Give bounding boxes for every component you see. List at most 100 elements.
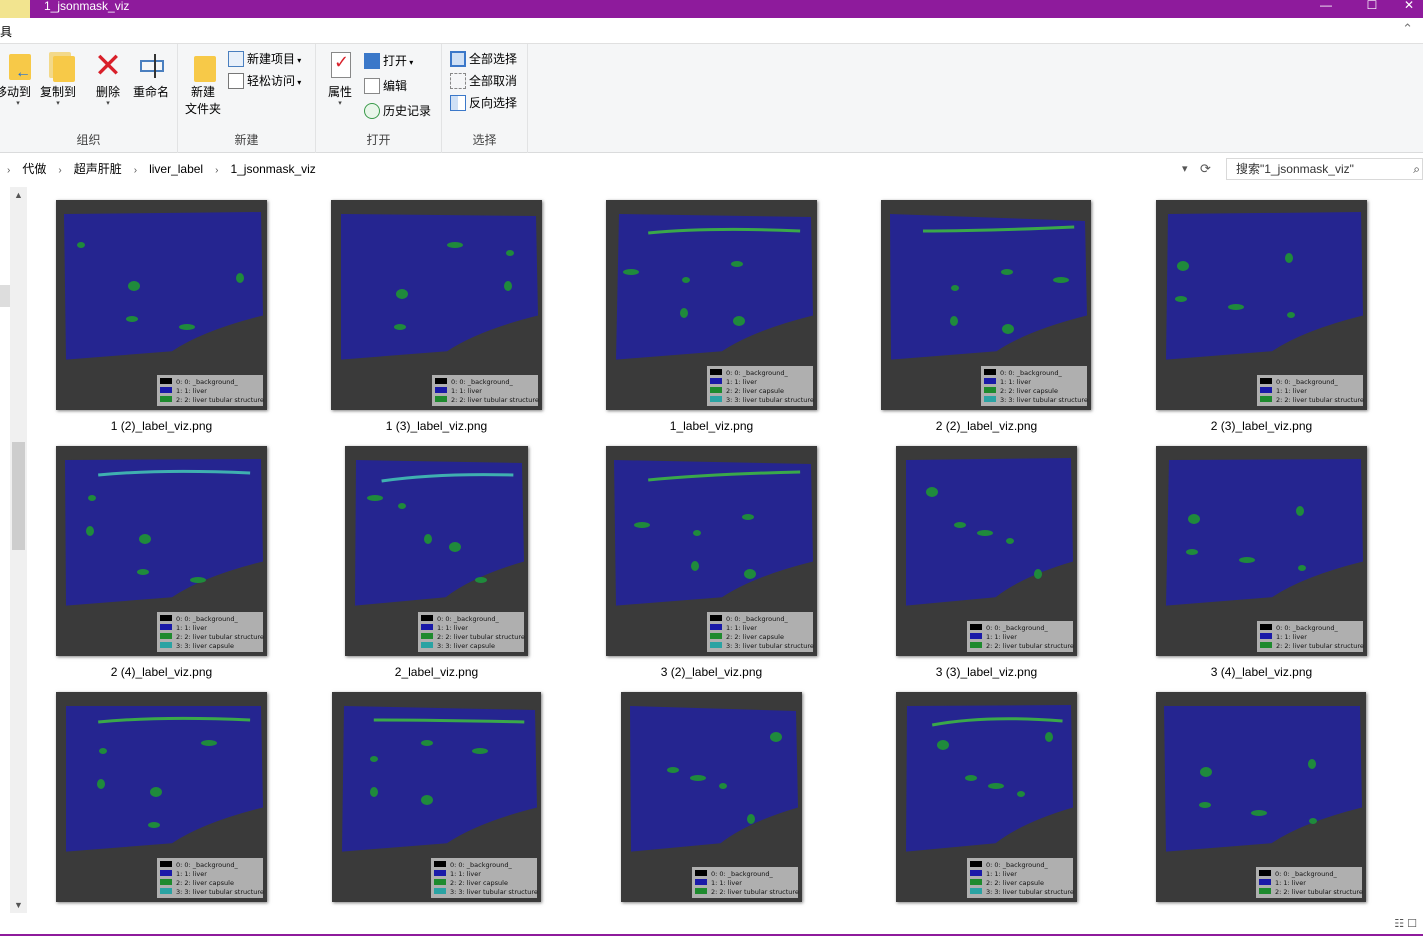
- view-toggle-icon[interactable]: ☷ ☐: [1394, 917, 1417, 930]
- file-thumbnail[interactable]: 0: 0: _background_ 1: 1: liver 2: 2: liver…: [606, 200, 817, 410]
- legend-swatch: [710, 615, 722, 621]
- collapse-ribbon-icon[interactable]: ⌃: [1402, 21, 1413, 37]
- file-thumbnail[interactable]: 0: 0: _background_ 1: 1: liver 2: 2: liver…: [1156, 200, 1367, 410]
- legend-swatch: [1260, 387, 1272, 393]
- legend-label: 2: 2: liver tubular structure: [451, 396, 539, 404]
- breadcrumb[interactable]: › 代做 › 超声肝脏 › liver_label › 1_jsonmask_viz: [0, 158, 1197, 180]
- legend-swatch: [710, 624, 722, 630]
- minimize-icon[interactable]: —: [1303, 0, 1349, 18]
- legend-label: 0: 0: _background_: [176, 861, 238, 869]
- file-thumbnail[interactable]: 0: 0: _background_ 1: 1: liver 2: 2: liver…: [56, 200, 267, 410]
- legend-swatch: [160, 396, 172, 402]
- file-name[interactable]: 2 (4)_label_viz.png: [46, 665, 277, 679]
- file-thumbnail[interactable]: 0: 0: _background_ 1: 1: liver 2: 2: liver…: [621, 692, 802, 902]
- file-thumbnail[interactable]: 0: 0: _background_ 1: 1: liver 2: 2: liver…: [56, 446, 267, 656]
- delete-button[interactable]: ✕ 删除 ▾: [88, 49, 128, 107]
- legend-label: 3: 3: liver tubular structure: [1000, 396, 1088, 404]
- navigation-pane-edge: [0, 185, 10, 915]
- legend-label: 0: 0: _background_: [176, 615, 238, 623]
- legend-swatch: [1260, 642, 1272, 648]
- properties-button[interactable]: ✓ 属性 ▾: [322, 50, 358, 107]
- legend-label: 3: 3: liver capsule: [176, 642, 234, 650]
- legend-label: 2: 2: liver capsule: [726, 633, 784, 641]
- rename-button[interactable]: 重命名: [130, 50, 172, 101]
- move-to-button[interactable]: ← 移动到 ▾: [0, 50, 36, 107]
- new-folder-button[interactable]: 新建 文件夹: [182, 50, 224, 118]
- invert-selection-icon: [450, 94, 466, 111]
- breadcrumb-chevron-icon[interactable]: ›: [7, 165, 10, 176]
- edit-icon: [364, 77, 380, 94]
- file-name[interactable]: 3 (2)_label_viz.png: [596, 665, 827, 679]
- breadcrumb-item[interactable]: liver_label: [149, 162, 203, 176]
- breadcrumb-item[interactable]: 超声肝脏: [74, 162, 122, 176]
- breadcrumb-item[interactable]: 代做: [22, 162, 46, 176]
- file-name[interactable]: 2 (3)_label_viz.png: [1146, 419, 1377, 433]
- breadcrumb-item[interactable]: 1_jsonmask_viz: [230, 162, 315, 176]
- legend-swatch: [160, 879, 172, 885]
- select-all-button[interactable]: 全部选择: [450, 49, 517, 69]
- legend-swatch: [984, 369, 996, 375]
- legend-swatch: [1259, 870, 1271, 876]
- legend-swatch: [434, 861, 446, 867]
- scroll-up-icon[interactable]: ▲: [10, 187, 27, 203]
- legend-swatch: [421, 642, 433, 648]
- open-button[interactable]: 打开 ▾: [364, 51, 413, 71]
- file-thumbnail[interactable]: 0: 0: _background_ 1: 1: liver 2: 2: liver…: [1156, 692, 1366, 902]
- legend-swatch: [695, 870, 707, 876]
- legend-swatch: [160, 624, 172, 630]
- quick-access-toolbar[interactable]: [0, 0, 30, 18]
- invert-selection-button[interactable]: 反向选择: [450, 93, 517, 113]
- legend-label: 1: 1: liver: [176, 387, 207, 395]
- file-name[interactable]: 1 (2)_label_viz.png: [46, 419, 277, 433]
- legend-swatch: [1260, 378, 1272, 384]
- file-name[interactable]: 2_label_viz.png: [321, 665, 552, 679]
- legend-label: 1: 1: liver: [451, 387, 482, 395]
- vertical-scrollbar[interactable]: ▲ ▼: [10, 187, 27, 913]
- legend-label: 1: 1: liver: [1000, 378, 1031, 386]
- open-image-icon: [364, 52, 380, 69]
- legend-label: 0: 0: _background_: [1000, 369, 1062, 377]
- legend-swatch: [984, 396, 996, 402]
- label-visualization-image: 0: 0: _background_1: 1: liver2: 2: liver…: [896, 446, 1077, 656]
- easy-access-button[interactable]: 轻松访问 ▾: [228, 71, 301, 91]
- search-icon[interactable]: ⌕: [1413, 159, 1420, 179]
- file-thumbnail[interactable]: 0: 0: _background_ 1: 1: liver 2: 2: liver…: [56, 692, 267, 902]
- tab-tools[interactable]: 工具: [0, 23, 12, 40]
- file-name[interactable]: 1 (3)_label_viz.png: [321, 419, 552, 433]
- file-name[interactable]: 1_label_viz.png: [596, 419, 827, 433]
- maximize-icon[interactable]: ☐: [1349, 0, 1395, 18]
- legend-label: 0: 0: _background_: [1276, 378, 1338, 386]
- file-thumbnail[interactable]: 0: 0: _background_ 1: 1: liver 2: 2: liver…: [881, 200, 1091, 410]
- breadcrumb-chevron-icon[interactable]: ›: [58, 165, 61, 176]
- file-thumbnail[interactable]: 0: 0: _background_ 1: 1: liver 2: 2: liver…: [606, 446, 817, 656]
- scroll-down-icon[interactable]: ▼: [10, 897, 27, 913]
- scrollbar-thumb[interactable]: [12, 442, 25, 550]
- file-thumbnail[interactable]: 0: 0: _background_ 1: 1: liver 2: 2: liver…: [332, 692, 541, 902]
- new-folder-icon: [188, 50, 218, 82]
- select-none-button[interactable]: 全部取消: [450, 71, 517, 91]
- legend-swatch: [160, 888, 172, 894]
- file-thumbnail[interactable]: 0: 0: _background_ 1: 1: liver 2: 2: liver…: [1156, 446, 1367, 656]
- group-label-organize: 组织: [76, 133, 101, 147]
- file-name[interactable]: 3 (4)_label_viz.png: [1146, 665, 1377, 679]
- breadcrumb-chevron-icon[interactable]: ›: [134, 165, 137, 176]
- copy-to-icon: [43, 50, 75, 82]
- file-thumbnail[interactable]: 0: 0: _background_ 1: 1: liver 2: 2: liver…: [331, 200, 542, 410]
- file-thumbnail[interactable]: 0: 0: _background_ 1: 1: liver 2: 2: liver…: [896, 446, 1077, 656]
- legend-swatch: [160, 387, 172, 393]
- close-icon[interactable]: ✕: [1395, 0, 1423, 18]
- legend-swatch: [160, 633, 172, 639]
- file-thumbnail[interactable]: 0: 0: _background_ 1: 1: liver 2: 2: liver…: [896, 692, 1077, 902]
- history-button[interactable]: 历史记录: [364, 101, 431, 121]
- file-thumbnail[interactable]: 0: 0: _background_ 1: 1: liver 2: 2: liver…: [345, 446, 528, 656]
- refresh-icon[interactable]: ⟳: [1200, 161, 1211, 177]
- search-input[interactable]: 搜索"1_jsonmask_viz" ⌕: [1226, 158, 1423, 180]
- edit-button[interactable]: 编辑: [364, 76, 407, 96]
- copy-to-button[interactable]: 复制到 ▾: [38, 50, 78, 107]
- legend-label: 2: 2: liver capsule: [450, 879, 508, 887]
- address-dropdown-icon[interactable]: ▾: [1182, 162, 1188, 175]
- file-name[interactable]: 2 (2)_label_viz.png: [871, 419, 1102, 433]
- file-name[interactable]: 3 (3)_label_viz.png: [871, 665, 1102, 679]
- breadcrumb-chevron-icon[interactable]: ›: [215, 165, 218, 176]
- new-item-button[interactable]: 新建项目 ▾: [228, 49, 301, 69]
